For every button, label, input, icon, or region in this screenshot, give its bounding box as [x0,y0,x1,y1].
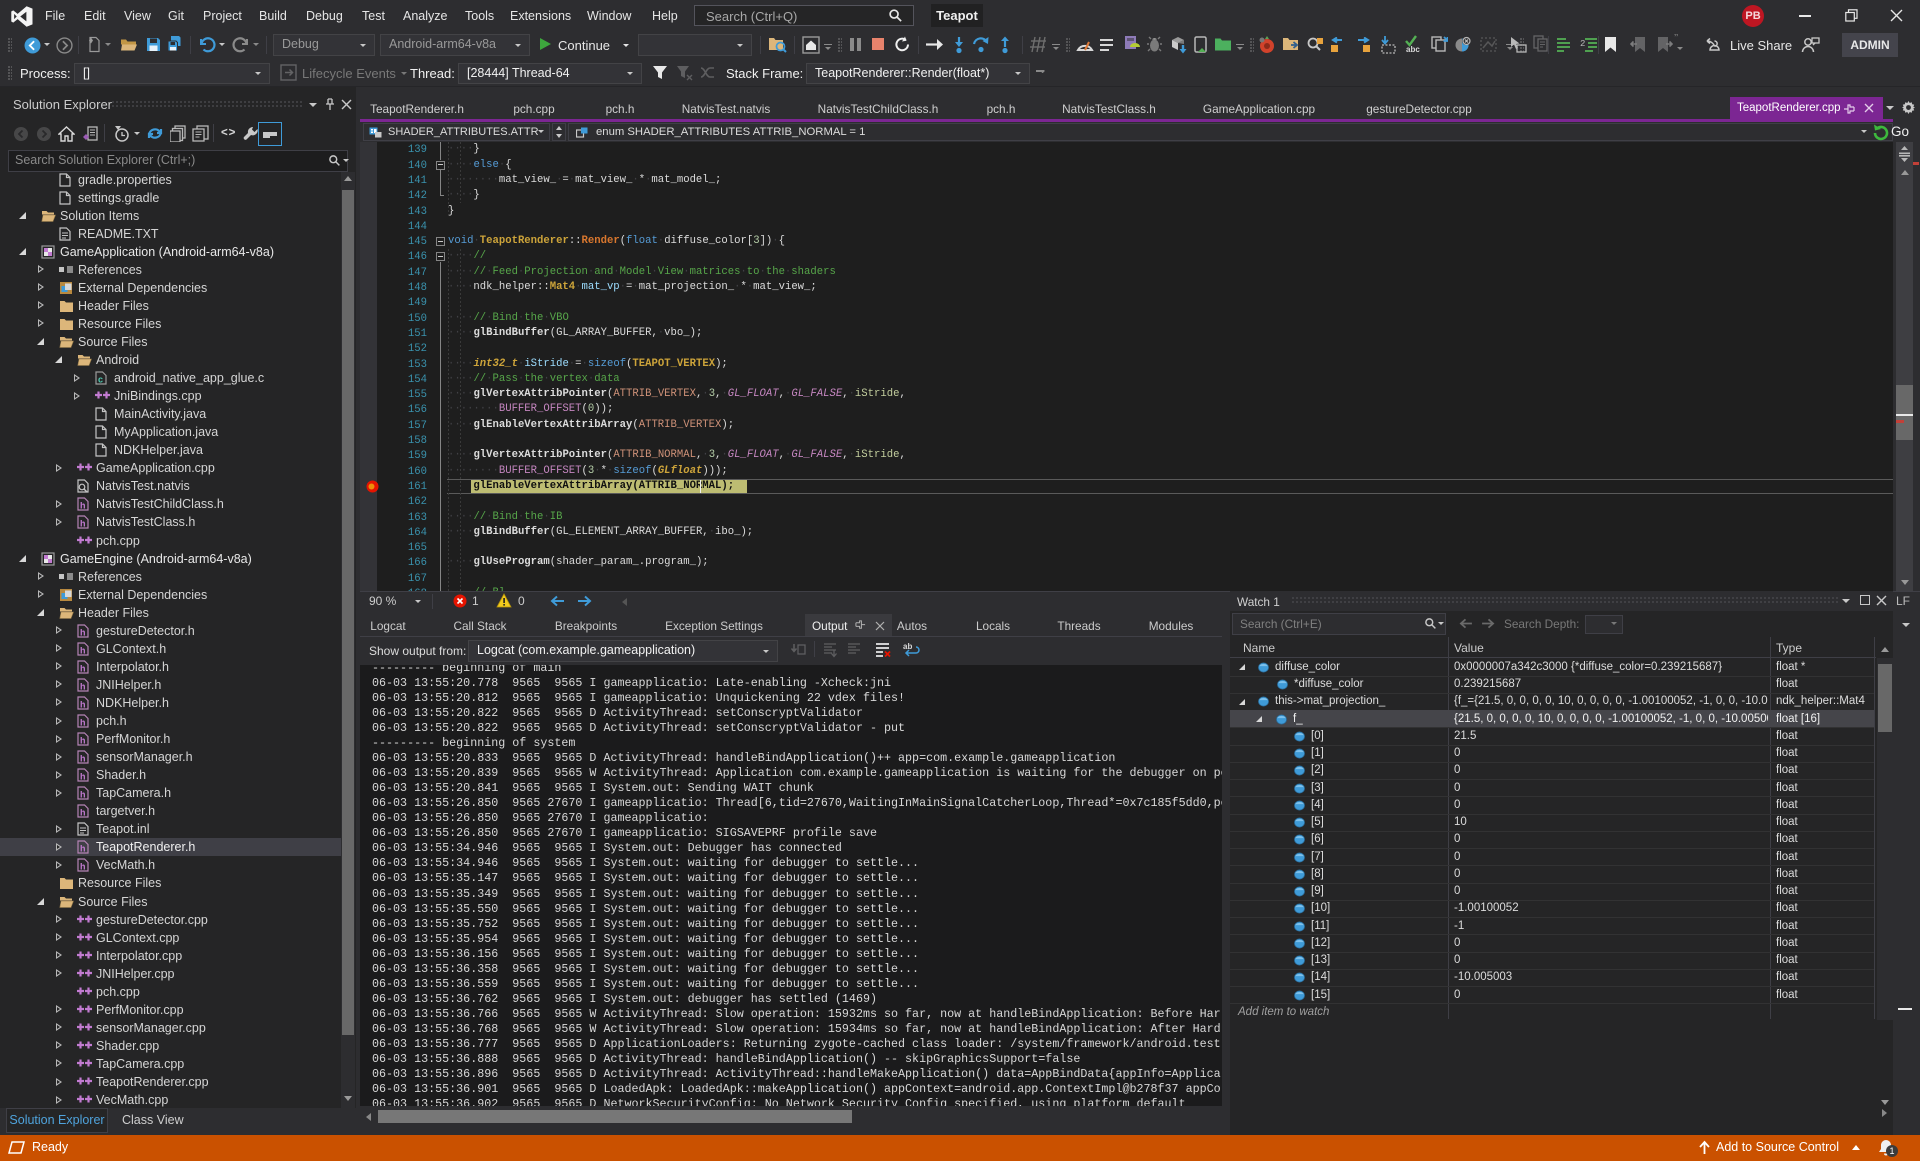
svg-text:h: h [80,790,86,800]
svg-text:h: h [80,681,86,691]
svg-text:h: h [80,519,86,529]
svg-text:abc: abc [1406,45,1420,54]
svg-text:h: h [80,645,86,655]
svg-text:h: h [80,754,86,764]
svg-text:h: h [80,736,86,746]
svg-text:2: 2 [1580,39,1585,49]
svg-text:h: h [80,501,86,511]
svg-text:h: h [80,844,86,854]
svg-text:h: h [80,718,86,728]
svg-text:h: h [80,663,86,673]
svg-text:h: h [80,772,86,782]
svg-text:h: h [80,862,86,872]
svg-text:h: h [80,627,86,637]
svg-text:ab: ab [903,642,912,651]
svg-text:h: h [80,699,86,709]
svg-text:h: h [80,808,86,818]
svg-text:c: c [98,375,103,385]
